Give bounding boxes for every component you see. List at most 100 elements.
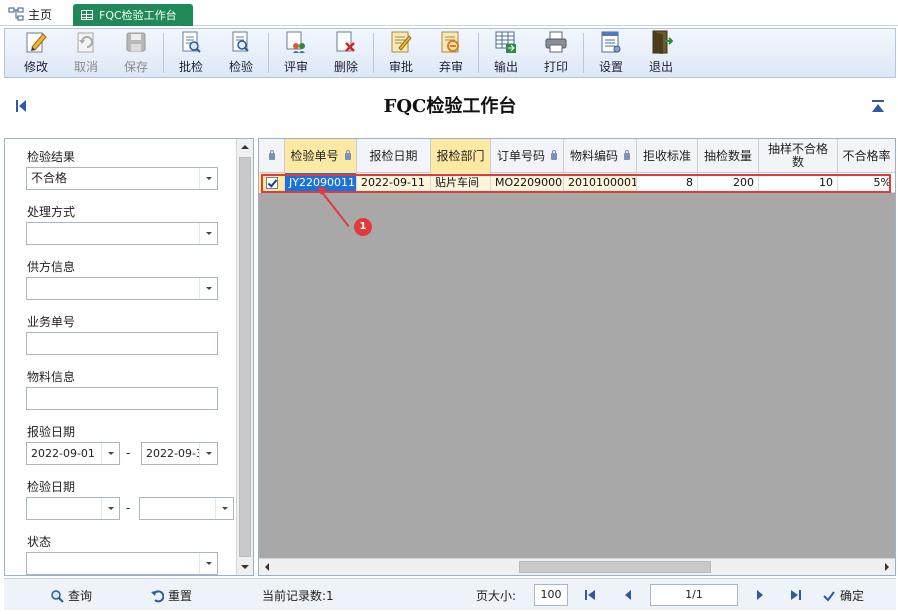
col-order-no[interactable]: 订单号码 bbox=[491, 139, 564, 173]
report-date-from-value: 2022-09-01 bbox=[31, 447, 95, 460]
tab-bar: 主页 FQC检验工作台 bbox=[0, 0, 898, 26]
page-indicator-input[interactable]: 1/1 bbox=[650, 584, 738, 606]
cell-report-date[interactable]: 2022-09-11 bbox=[357, 173, 431, 193]
lock-icon bbox=[268, 149, 275, 160]
chevron-down-icon[interactable] bbox=[199, 553, 217, 574]
cell-sample-qty[interactable]: 200 bbox=[698, 173, 759, 193]
inspect-button-label: 检验 bbox=[228, 60, 253, 74]
scroll-right-icon[interactable] bbox=[879, 559, 895, 575]
cancel-button[interactable]: 取消 bbox=[61, 29, 111, 77]
chevron-down-icon[interactable] bbox=[215, 498, 233, 519]
exit-button[interactable]: 退出 bbox=[636, 29, 686, 77]
approve-button[interactable]: 审批 bbox=[376, 29, 426, 77]
edit-button[interactable]: 修改 bbox=[11, 29, 61, 77]
review-button[interactable]: 评审 bbox=[271, 29, 321, 77]
prev-page-icon[interactable] bbox=[622, 589, 634, 601]
col-defect-rate[interactable]: 不合格率 bbox=[838, 139, 895, 173]
unapprove-button[interactable]: 弃审 bbox=[426, 29, 476, 77]
result-select-value: 不合格 bbox=[31, 171, 68, 185]
cell-report-dept[interactable]: 贴片车间 bbox=[431, 173, 491, 193]
chevron-down-icon[interactable] bbox=[101, 498, 119, 519]
annotation-badge: 1 bbox=[354, 218, 372, 236]
table-row[interactable]: JY22090011 2022-09-11 贴片车间 MO22090002 20… bbox=[259, 173, 895, 193]
tab-fqc-label: FQC检验工作台 bbox=[99, 9, 177, 22]
batch-inspect-button[interactable]: 批检 bbox=[166, 29, 216, 77]
inspect-date-from[interactable] bbox=[26, 497, 120, 520]
approve-icon bbox=[391, 31, 412, 53]
reset-button-label: 重置 bbox=[168, 589, 193, 603]
save-button-label: 保存 bbox=[123, 60, 148, 74]
bottom-bar: 查询 重置 当前记录数:1 页大小: 100 1/1 确定 bbox=[4, 578, 896, 610]
checkbox-checked-icon[interactable] bbox=[265, 177, 278, 189]
scroll-down-icon[interactable] bbox=[237, 559, 253, 575]
tab-home[interactable]: 主页 bbox=[8, 4, 52, 24]
settings-icon bbox=[601, 31, 621, 53]
settings-button[interactable]: 设置 bbox=[586, 29, 636, 77]
settings-button-label: 设置 bbox=[598, 60, 623, 74]
chevron-down-icon[interactable] bbox=[199, 278, 217, 299]
confirm-button-label: 确定 bbox=[840, 589, 865, 603]
toolbar-separator bbox=[163, 33, 164, 73]
chevron-down-icon[interactable] bbox=[199, 223, 217, 244]
delete-button[interactable]: 删除 bbox=[321, 29, 371, 77]
confirm-button[interactable]: 确定 bbox=[822, 587, 864, 604]
cell-defect-rate[interactable]: 5% bbox=[838, 173, 895, 193]
col-material-code[interactable]: 物料编码 bbox=[564, 139, 637, 173]
lock-icon bbox=[624, 149, 630, 160]
status-select[interactable] bbox=[26, 552, 218, 575]
scroll-thumb[interactable] bbox=[239, 157, 251, 557]
col-inspection-no[interactable]: 检验单号 bbox=[285, 139, 357, 173]
row-lock-header[interactable] bbox=[259, 139, 285, 173]
business-no-input[interactable] bbox=[26, 332, 218, 355]
material-input[interactable] bbox=[26, 387, 218, 410]
collapse-top-icon[interactable] bbox=[872, 100, 884, 112]
edit-button-label: 修改 bbox=[23, 60, 48, 74]
cancel-button-label: 取消 bbox=[73, 60, 98, 74]
page-size-input[interactable]: 100 bbox=[534, 584, 568, 606]
query-button[interactable]: 查询 bbox=[50, 587, 92, 604]
col-reject-standard[interactable]: 拒收标准 bbox=[637, 139, 698, 173]
scroll-thumb[interactable] bbox=[519, 561, 711, 573]
cell-sample-defect-count[interactable]: 10 bbox=[759, 173, 838, 193]
print-button[interactable]: 打印 bbox=[531, 29, 581, 77]
row-checkbox[interactable] bbox=[259, 173, 285, 193]
col-report-date[interactable]: 报检日期 bbox=[357, 139, 431, 173]
tab-fqc-workbench[interactable]: FQC检验工作台 bbox=[73, 4, 193, 26]
chevron-down-icon[interactable] bbox=[199, 443, 217, 464]
cell-material-code[interactable]: 2010100001 bbox=[564, 173, 637, 193]
export-button[interactable]: 输出 bbox=[481, 29, 531, 77]
check-icon bbox=[823, 590, 835, 602]
tab-home-label: 主页 bbox=[28, 7, 53, 22]
inspect-button[interactable]: 检验 bbox=[216, 29, 266, 77]
first-page-icon[interactable] bbox=[584, 589, 596, 601]
scroll-up-icon[interactable] bbox=[237, 139, 253, 155]
last-page-icon[interactable] bbox=[790, 589, 802, 601]
next-page-icon[interactable] bbox=[754, 589, 766, 601]
delete-icon bbox=[336, 31, 355, 52]
handling-select[interactable] bbox=[26, 222, 218, 245]
page-size-label: 页大小: bbox=[476, 589, 517, 603]
save-button[interactable]: 保存 bbox=[111, 29, 161, 77]
col-sample-qty[interactable]: 抽检数量 bbox=[698, 139, 759, 173]
supplier-select[interactable] bbox=[26, 277, 218, 300]
report-date-from[interactable]: 2022-09-01 bbox=[26, 442, 120, 465]
exit-icon bbox=[652, 30, 673, 54]
cell-reject-standard[interactable]: 8 bbox=[637, 173, 698, 193]
report-date-to[interactable]: 2022-09-30 bbox=[141, 442, 218, 465]
handling-label: 处理方式 bbox=[27, 205, 76, 219]
col-report-dept[interactable]: 报检部门 bbox=[431, 139, 491, 173]
filter-scrollbar[interactable] bbox=[236, 139, 253, 575]
toolbar-separator bbox=[268, 33, 269, 73]
reset-button[interactable]: 重置 bbox=[150, 587, 192, 604]
col-sample-defect-count[interactable]: 抽样不合格数 bbox=[759, 139, 838, 173]
export-icon bbox=[495, 31, 516, 53]
inspect-date-to[interactable] bbox=[139, 497, 234, 520]
scroll-left-icon[interactable] bbox=[259, 559, 275, 575]
chevron-down-icon[interactable] bbox=[199, 168, 217, 189]
cell-order-no[interactable]: MO22090002 bbox=[491, 173, 564, 193]
grid-horizontal-scrollbar[interactable] bbox=[259, 558, 895, 575]
chevron-down-icon[interactable] bbox=[101, 443, 119, 464]
result-select[interactable]: 不合格 bbox=[26, 167, 218, 190]
search-icon bbox=[51, 589, 64, 603]
supplier-label: 供方信息 bbox=[27, 260, 76, 274]
